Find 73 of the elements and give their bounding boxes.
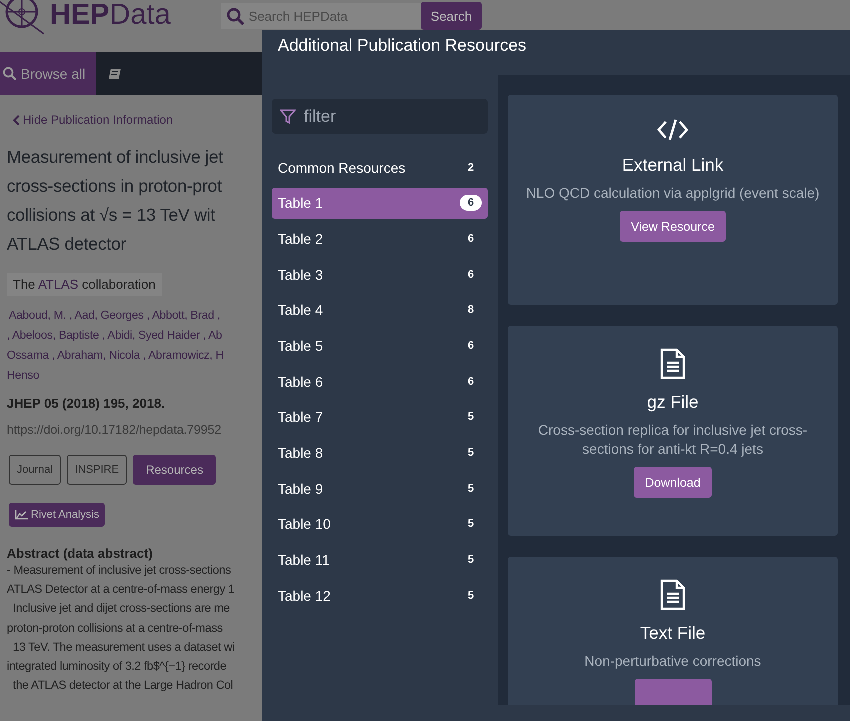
publication-title-line: ATLAS detector	[7, 233, 128, 256]
publication-tab-button[interactable]: Journal	[9, 455, 62, 485]
abstract-text-line: the ATLAS detector at the Large Hadron Col	[12, 677, 234, 694]
chevron-icon	[13, 114, 20, 126]
abstract-text-line: proton-proton collisions at a centre-of-mass	[7, 620, 224, 637]
dialog-title: Additional Publication Resources	[277, 35, 528, 57]
table-count: 5	[466, 482, 476, 497]
table-count: 6	[466, 268, 476, 283]
resource-description: Non-perturbative corrections	[584, 652, 762, 671]
search-field[interactable]: Search HEPData	[220, 3, 421, 29]
publication-tab-button[interactable]: INSPIRE	[67, 455, 128, 485]
table-count: 6	[460, 195, 482, 212]
author-list-line[interactable]: , Abeloos, Baptiste , Abidi, Syed Haider , Ab	[7, 326, 261, 346]
publication-title-line: collisions at √s = 13 TeV wit	[7, 204, 216, 227]
resource-list-item[interactable]: Table 2 6	[272, 223, 488, 254]
resource-list-item[interactable]: Table 5 6	[272, 330, 488, 362]
browse-all-button[interactable]: Browse all	[0, 52, 96, 95]
table-count: 6	[466, 232, 476, 247]
author-list-line[interactable]: Aaboud, M. , Aad, Georges , Abbott, Brad ,	[7, 306, 261, 326]
resource-title: Text File	[640, 623, 706, 644]
resource-title: gz File	[647, 392, 699, 413]
resource-list-item[interactable]: Table 1 6	[272, 188, 488, 219]
collaboration-label: The ATLAS collaboration	[7, 273, 162, 296]
resource-list-item[interactable]: Table 4 8	[272, 294, 488, 326]
author-list-line[interactable]: Henso	[7, 366, 261, 386]
table-count: 5	[466, 517, 476, 532]
resource-list-item[interactable]: Table 10 5	[272, 508, 488, 540]
rivet-analysis-button[interactable]: Rivet Analysis	[9, 503, 106, 527]
table-count: 5	[466, 410, 476, 426]
abstract-text-line: ATLAS Detector at a centre-of-mass energy 1	[7, 581, 236, 598]
abstract-heading: Abstract (data abstract)	[7, 546, 154, 561]
resource-description: NLO QCD calculation via applgrid (event scale)	[525, 184, 821, 203]
logo-text[interactable]: HEPData	[50, 0, 171, 32]
table-count: 5	[466, 446, 476, 461]
document-icon	[660, 348, 686, 380]
search-icon	[3, 66, 17, 80]
line-chart-icon	[15, 510, 28, 520]
publication-title-line: cross-sections in proton-prot	[7, 175, 224, 198]
abstract-text-line: 13 TeV. The measurement uses a dataset wi	[12, 638, 236, 656]
resource-list-item[interactable]: Table 3 6	[272, 259, 488, 290]
publication-title-line: Measurement of inclusive jet	[7, 146, 224, 169]
code-icon	[657, 117, 689, 143]
table-count: 6	[466, 374, 476, 390]
resource-list-item[interactable]: Table 12 5	[272, 580, 488, 612]
view-resource-button[interactable]: View Resource	[620, 211, 726, 242]
filter-icon	[280, 109, 296, 125]
document-icon	[660, 579, 686, 611]
abstract-text-line: integrated luminosity of 3.2 fb$^{−1} recorde	[7, 658, 228, 676]
filter-field[interactable]: filter	[272, 99, 488, 134]
publication-tab-button[interactable]: Resources	[133, 455, 216, 485]
journal-reference: JHEP 05 (2018) 195, 2018.	[7, 396, 166, 411]
search-button[interactable]: Search	[420, 2, 482, 30]
table-count: 6	[466, 338, 476, 354]
table-count: 5	[466, 588, 476, 604]
resource-list-item[interactable]: Table 6 6	[272, 366, 488, 398]
book-icon[interactable]	[108, 68, 122, 80]
download-button[interactable]: Download	[634, 467, 712, 498]
table-count: 5	[466, 553, 476, 568]
resource-description: Cross-section replica for inclusive jet cross-sections for anti-kt R=0.4 jets	[537, 421, 809, 459]
hide-publication-link[interactable]: Hide Publication Information	[13, 113, 261, 127]
author-list-line[interactable]: Ossama , Abraham, Nicola , Abramowicz, H	[7, 346, 261, 366]
resource-list-item[interactable]: Table 7 5	[272, 402, 488, 433]
resource-list-item[interactable]: Table 9 5	[272, 473, 488, 504]
resource-list-item[interactable]: Table 8 5	[272, 438, 488, 468]
logo-icon	[0, 0, 46, 36]
resource-title: External Link	[622, 155, 724, 176]
table-count: 8	[466, 303, 476, 318]
search-icon	[226, 8, 245, 26]
abstract-text-line: Inclusive jet and dijet cross-sections are me	[12, 600, 231, 618]
abstract-text-line: - Measurement of inclusive jet cross-sections	[7, 562, 232, 579]
resource-list-item[interactable]: Table 11 5	[272, 544, 488, 576]
table-count: 2	[466, 160, 476, 176]
resource-list-item[interactable]: Common Resources 2	[272, 152, 488, 183]
